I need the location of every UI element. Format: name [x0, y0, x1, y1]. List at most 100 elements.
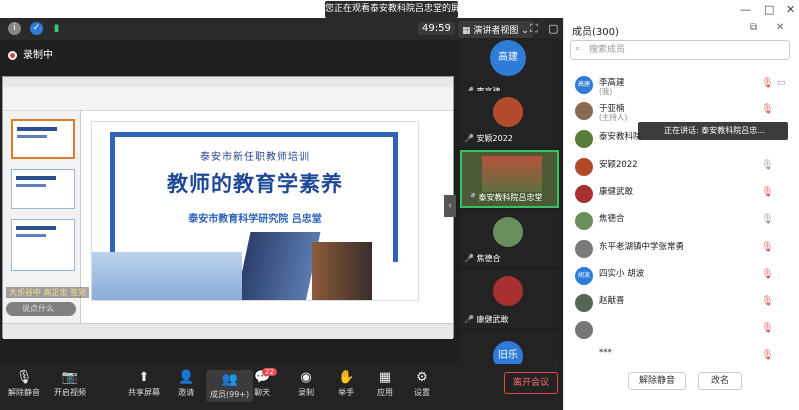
video-tile[interactable]: 🎤 焦德合 [460, 211, 559, 267]
slide-subtitle: 泰安市新任职教师培训 [200, 152, 310, 163]
member-row[interactable]: *** 🎙 [565, 344, 795, 370]
mic-off-icon[interactable]: 🎙 [761, 323, 774, 334]
member-row[interactable]: 赵献喜 🎙 [565, 290, 795, 316]
speaker-view-button[interactable]: ▦ 演讲者视图 ⌄ [458, 21, 533, 38]
sky-graphic [92, 252, 242, 300]
member-row[interactable]: 焦德合 🎙 [565, 208, 795, 234]
invite-label: 邀请 [178, 388, 195, 397]
mic-off-icon[interactable]: 🎙 [761, 242, 774, 253]
start-video-button[interactable]: 📷 开启视频 [54, 370, 86, 398]
avatar [575, 212, 593, 230]
settings-label: 设置 [414, 388, 430, 397]
invite-button[interactable]: 👤 邀请 [178, 370, 194, 398]
chat-badge: 22 [262, 368, 277, 376]
signin-caption: 大乐谷中 高正忠 签到 [6, 287, 90, 298]
collapse-video-icon[interactable]: ‹ [444, 195, 456, 217]
rename-button[interactable]: 改名 [698, 372, 742, 390]
apps-button[interactable]: ▦ 应用 [377, 370, 393, 398]
unmute-all-button[interactable]: 解除静音 [628, 372, 686, 390]
building-graphic-2 [312, 242, 372, 300]
member-name: 赵献喜 [599, 296, 625, 306]
start-video-label: 开启视频 [54, 388, 86, 397]
unmute-button[interactable]: 🎙 解除静音 [8, 370, 40, 398]
video-tile[interactable]: 旧乐 [460, 331, 559, 371]
video-name-text: 安颖2022 [476, 134, 513, 143]
share-label: 共享屏幕 [128, 388, 160, 397]
video-tile[interactable]: 🎤 安颖2022 [460, 91, 559, 147]
member-row[interactable]: 东平老湖镇中学张常勇 🎙 [565, 236, 795, 262]
gear-icon: ⚙ [416, 370, 428, 385]
avatar [575, 294, 593, 312]
member-role: (主持人) [599, 113, 628, 122]
thumbnail-3 [11, 219, 75, 271]
member-row[interactable]: 泰安教科院 [565, 126, 795, 152]
current-slide: 泰安市新任职教师培训 教师的教育学素养 泰安市教育科学研究院 吕忠堂 [91, 121, 419, 301]
member-row[interactable]: 安颖2022 🎙 [565, 154, 795, 180]
layout-icon[interactable]: ▢ [548, 22, 558, 35]
raise-hand-button[interactable]: ✋ 举手 [338, 370, 354, 398]
video-name: 🎤 康健武敢 [464, 315, 509, 324]
video-tile[interactable]: 🎤 康健武敢 [460, 270, 559, 328]
close-button[interactable]: ✕ [786, 3, 795, 16]
members-button[interactable]: 👥 成员(99+) [206, 370, 254, 402]
apps-label: 应用 [377, 388, 393, 397]
member-row[interactable]: 高建 李高建 (我) 🎙 ▭ [565, 72, 795, 98]
avatar: 高建 [490, 40, 526, 76]
mic-off-icon: 🎙 [15, 370, 33, 385]
avatar [575, 158, 593, 176]
avatar: 高建 [575, 76, 593, 94]
mic-off-icon[interactable]: 🎙 [761, 187, 774, 198]
video-tile-active-speaker[interactable]: 🎤 泰安教科院吕忠堂 [460, 150, 559, 208]
mic-off-icon[interactable]: 🎙 [761, 296, 774, 307]
fullscreen-icon[interactable]: ⛶ [530, 22, 538, 36]
invite-icon: 👤 [178, 370, 195, 385]
member-row[interactable]: 胡波 四实小 胡波 🎙 [565, 263, 795, 289]
member-search-input[interactable]: 搜索成员 [570, 40, 790, 60]
member-row[interactable]: 于亚楠 (主持人) 🎙 [565, 98, 795, 124]
minimize-button[interactable]: — [740, 3, 751, 16]
popout-icon[interactable]: ⧉ [750, 22, 757, 33]
members-label: 成员(99+) [210, 390, 250, 399]
ppt-tab-row [3, 77, 453, 87]
video-name: 🎤 泰安教科院吕忠堂 [466, 193, 543, 202]
member-row[interactable]: 🎙 [565, 317, 795, 343]
chat-label: 聊天 [254, 388, 271, 397]
signal-icon[interactable]: ▮ [50, 22, 63, 35]
viewing-banner: 您正在观看泰安教科院吕忠堂的屏幕 [325, 1, 458, 18]
avatar [575, 185, 593, 203]
mic-icon[interactable]: 🎙 [761, 214, 774, 225]
settings-button[interactable]: ⚙ 设置 [414, 370, 430, 398]
apps-icon: ▦ [378, 370, 392, 385]
avatar [575, 240, 593, 258]
ppt-tools [3, 87, 453, 111]
member-name: 安颖2022 [599, 160, 638, 170]
member-name: 泰安教科院 [599, 132, 642, 142]
video-name: 🎤 焦德合 [464, 254, 501, 263]
shield-icon[interactable]: ✓ [30, 22, 43, 35]
meeting-window: 您正在观看泰安教科院吕忠堂的屏幕 — □ ✕ i ✓ ▮ 49:59 ▦ 演讲者… [0, 0, 799, 410]
member-name: 康健武敢 [599, 187, 634, 197]
mic-off-icon[interactable]: 🎙 [761, 104, 774, 115]
mic-off-icon[interactable]: 🎙 [761, 269, 774, 280]
members-icon: 👥 [221, 372, 238, 387]
close-panel-icon[interactable]: ✕ [776, 22, 784, 33]
mic-icon[interactable]: 🎙 [761, 160, 774, 171]
info-icon[interactable]: i [8, 22, 21, 35]
mic-off-icon[interactable]: 🎙 [761, 350, 774, 361]
member-name: *** [599, 348, 612, 358]
member-row[interactable]: 康健武敢 🎙 [565, 181, 795, 207]
share-screen-button[interactable]: ⬆ 共享屏幕 [128, 370, 160, 398]
leave-meeting-button[interactable]: 离开会议 [504, 372, 558, 394]
mic-off-icon[interactable]: 🎙 [761, 78, 774, 89]
thumbnail-1 [11, 119, 75, 159]
camera-icon[interactable]: ▭ [777, 78, 786, 88]
comment-input[interactable]: 说点什么 [6, 302, 76, 316]
speaker-video [482, 156, 542, 192]
maximize-button[interactable]: □ [764, 3, 774, 16]
ppt-statusbar [3, 323, 453, 339]
avatar [493, 97, 523, 127]
avatar [493, 217, 523, 247]
record-button[interactable]: ◉ 录制 [298, 370, 314, 398]
recording-label: 录制中 [23, 50, 53, 61]
meeting-timer: 49:59 [418, 22, 455, 35]
